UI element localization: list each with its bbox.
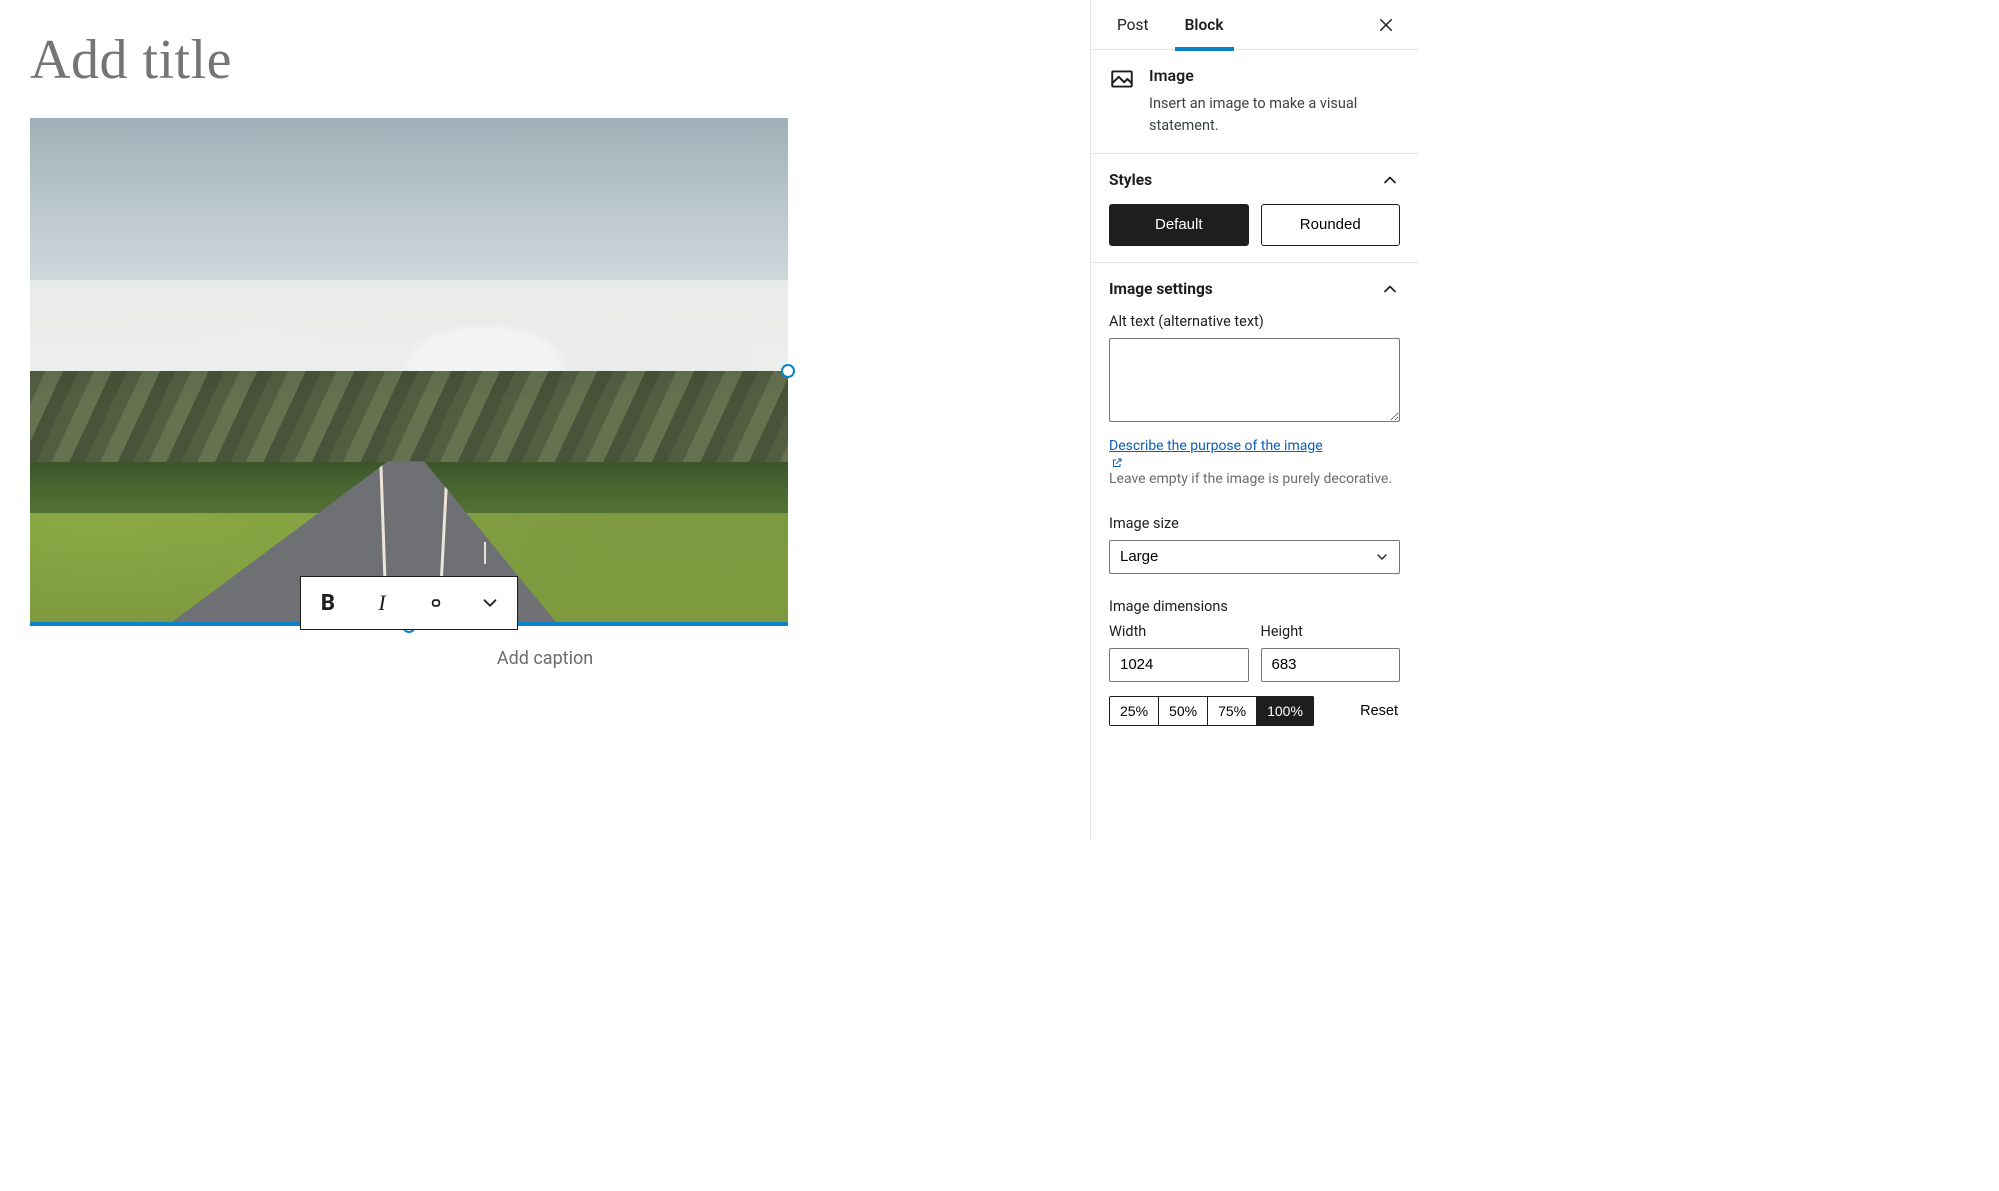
app-root: B I Add caption (0, 0, 1418, 840)
chevron-down-icon (479, 592, 501, 614)
editor-canvas[interactable]: B I Add caption (0, 0, 1090, 840)
alt-help-link[interactable]: Describe the purpose of the image (1109, 438, 1400, 470)
settings-sidebar: Post Block Image Insert an image to make… (1090, 0, 1418, 840)
width-label: Width (1109, 623, 1249, 640)
styles-panel-toggle[interactable]: Styles (1109, 170, 1400, 190)
alt-text-input[interactable] (1109, 338, 1400, 422)
post-title-input[interactable] (30, 24, 1060, 102)
external-link-icon (1111, 457, 1123, 469)
tab-block[interactable]: Block (1177, 0, 1232, 50)
close-icon (1377, 16, 1395, 34)
styles-panel: Styles Default Rounded (1091, 154, 1418, 263)
width-input[interactable] (1109, 648, 1249, 682)
chevron-up-icon (1380, 279, 1400, 299)
image-preview[interactable] (30, 118, 788, 624)
image-block[interactable]: B I (30, 118, 788, 624)
image-block-icon (1109, 66, 1135, 92)
alt-text-label: Alt text (alternative text) (1109, 313, 1400, 330)
chevron-up-icon (1380, 170, 1400, 190)
image-settings-heading: Image settings (1109, 280, 1213, 298)
alt-text-help: Describe the purpose of the imageLeave e… (1109, 436, 1400, 491)
styles-heading: Styles (1109, 171, 1152, 189)
alt-help-text: Leave empty if the image is purely decor… (1109, 471, 1392, 487)
height-label: Height (1261, 623, 1401, 640)
image-settings-panel: Image settings Alt text (alternative tex… (1091, 263, 1418, 742)
pct-25-button[interactable]: 25% (1109, 696, 1159, 726)
style-default-button[interactable]: Default (1109, 204, 1249, 246)
style-rounded-button[interactable]: Rounded (1261, 204, 1401, 246)
caption-toolbar: B I (300, 576, 518, 630)
image-size-label: Image size (1109, 515, 1400, 532)
resize-handle-right[interactable] (781, 364, 795, 378)
sidebar-tabs: Post Block (1091, 0, 1418, 50)
italic-icon: I (378, 590, 385, 616)
bold-icon: B (321, 591, 335, 616)
link-button[interactable] (409, 577, 463, 629)
pct-100-button[interactable]: 100% (1257, 696, 1314, 726)
close-sidebar-button[interactable] (1372, 11, 1400, 39)
pct-75-button[interactable]: 75% (1208, 696, 1257, 726)
link-icon (424, 591, 448, 615)
image-dimensions-label: Image dimensions (1109, 598, 1400, 615)
percent-preset-group: 25% 50% 75% 100% (1109, 696, 1314, 726)
italic-button[interactable]: I (355, 577, 409, 629)
pct-50-button[interactable]: 50% (1159, 696, 1208, 726)
tab-post[interactable]: Post (1109, 0, 1157, 50)
reset-dimensions-button[interactable]: Reset (1358, 697, 1400, 725)
height-input[interactable] (1261, 648, 1401, 682)
image-size-select[interactable]: Large (1109, 540, 1400, 574)
block-info-section: Image Insert an image to make a visual s… (1091, 50, 1418, 154)
block-type-description: Insert an image to make a visual stateme… (1149, 93, 1379, 137)
caption-input[interactable]: Add caption (30, 648, 1060, 669)
block-type-name: Image (1149, 66, 1379, 85)
more-format-button[interactable] (463, 577, 517, 629)
image-settings-toggle[interactable]: Image settings (1109, 279, 1400, 299)
bold-button[interactable]: B (301, 577, 355, 629)
